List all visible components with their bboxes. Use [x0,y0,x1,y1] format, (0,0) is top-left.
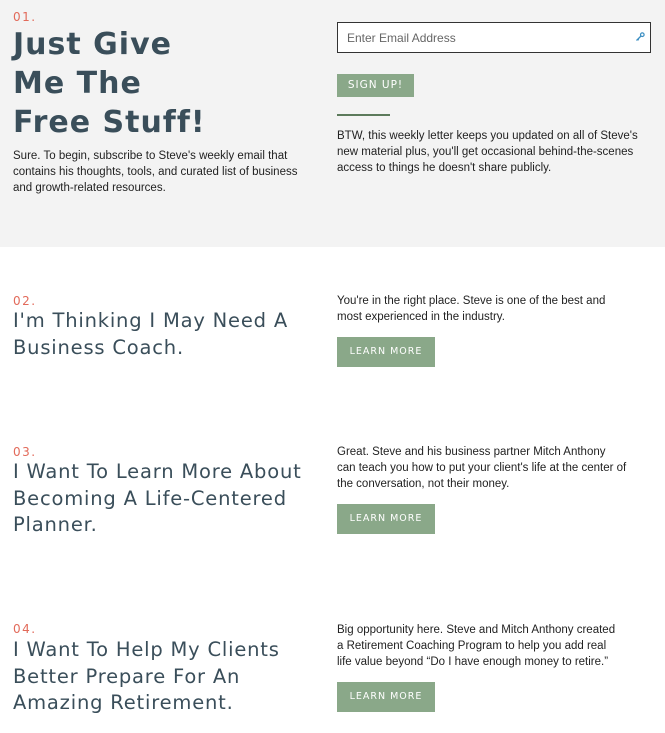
section-heading: Just Give Me The Free Stuff! [13,25,313,142]
key-icon [636,32,645,41]
heading-line: Amazing Retirement. [13,691,234,714]
heading-line: I'm Thinking I May Need A [13,309,288,332]
heading-line: Becoming A Life-Centered [13,486,287,510]
learn-more-retirement-button[interactable]: LEARN MORE [337,682,435,712]
learn-more-business-coach-button[interactable]: LEARN MORE [337,337,435,367]
email-field[interactable] [337,22,651,53]
newsletter-note: BTW, this weekly letter keeps you update… [337,130,638,174]
section-copy: You're in the right place. Steve is one … [337,295,606,323]
heading-line: I Want To Help My Clients [13,638,280,661]
heading-line: Better Prepare For An [13,664,241,688]
section-heading: I Want To Help My Clients Better Prepare… [13,637,313,717]
heading-line: Me The [13,66,142,101]
section-number: 01. [13,10,37,24]
heading-line: Planner. [13,513,98,536]
intro-text: Sure. To begin, subscribe to Steve's wee… [13,150,298,194]
learn-more-life-centered-button[interactable]: LEARN MORE [337,504,435,534]
divider [337,114,390,116]
section-number: 02. [13,294,37,308]
heading-line: Business Coach. [13,335,184,359]
heading-line: Just Give [13,27,172,62]
section-copy: Great. Steve and his business partner Mi… [337,446,627,490]
section-number: 04. [13,622,37,636]
heading-line: Free Stuff! [13,105,206,140]
section-heading: I Want To Learn More About Becoming A Li… [13,459,313,539]
section-number: 03. [13,445,37,459]
section-copy: Big opportunity here. Steve and Mitch An… [337,624,616,668]
email-input[interactable] [338,23,628,52]
sign-up-button[interactable]: SIGN UP! [337,74,414,97]
heading-line: I Want To Learn More About [13,460,302,483]
section-heading: I'm Thinking I May Need A Business Coach… [13,308,313,361]
